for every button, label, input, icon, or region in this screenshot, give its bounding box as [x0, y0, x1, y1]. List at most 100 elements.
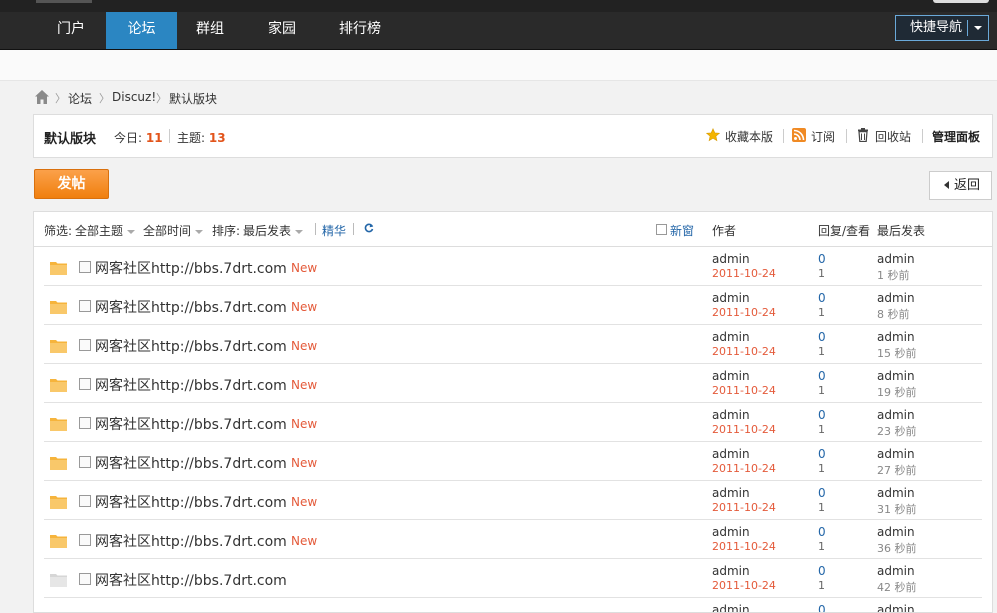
new-window-checkbox[interactable]	[656, 224, 667, 235]
row-checkbox[interactable]	[79, 573, 91, 585]
breadcrumb-forum[interactable]: 论坛	[68, 90, 92, 107]
table-row[interactable]: 网客社区http://bbs.7drt.com New admin 2011-10-2…	[44, 247, 982, 286]
thread-author[interactable]: admin	[712, 525, 750, 539]
thread-author[interactable]: admin	[712, 486, 750, 500]
row-checkbox[interactable]	[79, 534, 91, 546]
last-post-time[interactable]: 8 秒前	[877, 306, 910, 322]
thread-author[interactable]: admin	[712, 291, 750, 305]
thread-replies[interactable]: 0	[818, 447, 826, 461]
row-checkbox[interactable]	[79, 495, 91, 507]
sort-dropdown[interactable]: 最后发表	[243, 222, 304, 239]
row-checkbox[interactable]	[79, 378, 91, 390]
last-post-author[interactable]: admin	[877, 252, 915, 266]
table-row[interactable]: 网客社区http://bbs.7drt.com New admin 2011-10-2…	[44, 442, 982, 481]
new-badge: New	[291, 300, 318, 314]
last-post-author[interactable]: admin	[877, 369, 915, 383]
last-post-author[interactable]: admin	[877, 408, 915, 422]
thread-title-link[interactable]: 网客社区http://bbs.7drt.com	[95, 453, 287, 473]
nav-item-ranking[interactable]: 排行榜	[321, 12, 399, 49]
last-post-author[interactable]: admin	[877, 447, 915, 461]
last-post-time[interactable]: 19 秒前	[877, 384, 917, 400]
caret-down-icon	[974, 26, 982, 30]
thread-title-link[interactable]: 网客社区http://bbs.7drt.com	[95, 297, 287, 317]
filter-all-time-dropdown[interactable]: 全部时间	[143, 222, 204, 239]
thread-replies[interactable]: 0	[818, 330, 826, 344]
last-post-time[interactable]: 42 秒前	[877, 579, 917, 595]
row-checkbox[interactable]	[79, 261, 91, 273]
folder-icon	[50, 262, 67, 275]
subscribe-link[interactable]: 订阅	[811, 128, 835, 145]
column-last-post[interactable]: 最后发表	[877, 222, 925, 239]
thread-title-link[interactable]: 网客社区http://bbs.7drt.com	[95, 492, 287, 512]
column-author[interactable]: 作者	[712, 222, 736, 239]
thread-author[interactable]: admin	[712, 564, 750, 578]
back-button[interactable]: 返回	[929, 171, 992, 200]
table-row[interactable]: 网客社区http://bbs.7drt.com New admin 2011-10-2…	[44, 286, 982, 325]
thread-author[interactable]: admin	[712, 369, 750, 383]
nav-item-forum[interactable]: 论坛	[106, 12, 177, 49]
last-post-author[interactable]: admin	[877, 486, 915, 500]
row-checkbox[interactable]	[79, 300, 91, 312]
last-post-time[interactable]: 36 秒前	[877, 540, 917, 556]
new-window-label[interactable]: 新窗	[670, 222, 694, 239]
manage-panel-link[interactable]: 管理面板	[932, 128, 980, 145]
last-post-time[interactable]: 23 秒前	[877, 423, 917, 439]
thread-replies[interactable]: 0	[818, 408, 826, 422]
last-post-author[interactable]: admin	[877, 330, 915, 344]
thread-author[interactable]: admin	[712, 603, 750, 612]
row-checkbox[interactable]	[79, 339, 91, 351]
breadcrumb-discuz[interactable]: Discuz!	[112, 90, 156, 104]
digest-filter-link[interactable]: 精华	[322, 222, 346, 239]
last-post-author[interactable]: admin	[877, 564, 915, 578]
nav-item-home[interactable]: 家园	[243, 12, 321, 49]
nav-item-portal[interactable]: 门户	[36, 12, 106, 49]
thread-replies[interactable]: 0	[818, 291, 826, 305]
last-post-author[interactable]: admin	[877, 525, 915, 539]
thread-replies[interactable]: 0	[818, 486, 826, 500]
filter-all-topics-dropdown[interactable]: 全部主题	[75, 222, 136, 239]
thread-replies[interactable]: 0	[818, 564, 826, 578]
thread-views: 1	[818, 423, 825, 436]
row-checkbox[interactable]	[79, 456, 91, 468]
today-label: 今日:	[114, 131, 143, 145]
breadcrumb-current[interactable]: 默认版块	[169, 90, 217, 107]
last-post-time[interactable]: 31 秒前	[877, 501, 917, 517]
thread-replies[interactable]: 0	[818, 252, 826, 266]
thread-author[interactable]: admin	[712, 252, 750, 266]
thread-author[interactable]: admin	[712, 447, 750, 461]
thread-replies[interactable]: 0	[818, 525, 826, 539]
column-replies-views[interactable]: 回复/查看	[818, 222, 870, 239]
thread-replies[interactable]: 0	[818, 603, 826, 612]
thread-title-link[interactable]: 网客社区http://bbs.7drt.com	[95, 531, 287, 551]
action-divider	[922, 129, 923, 143]
refresh-icon[interactable]	[364, 223, 374, 233]
nav-item-groups[interactable]: 群组	[177, 12, 243, 49]
forum-name[interactable]: 默认版块	[44, 128, 96, 147]
quick-nav-button[interactable]: 快捷导航	[895, 15, 989, 41]
thread-title-link[interactable]: 网客社区http://bbs.7drt.com	[95, 414, 287, 434]
last-post-time[interactable]: 27 秒前	[877, 462, 917, 478]
home-icon[interactable]	[34, 89, 50, 105]
thread-title-link[interactable]: 网客社区http://bbs.7drt.com	[95, 375, 287, 395]
filter-divider	[315, 223, 316, 235]
table-row[interactable]: 网客社区http://bbs.7drt.com New admin 2011-10-2…	[44, 481, 982, 520]
favorite-forum-link[interactable]: 收藏本版	[725, 128, 773, 145]
row-checkbox[interactable]	[79, 417, 91, 429]
thread-author[interactable]: admin	[712, 408, 750, 422]
last-post-author[interactable]: admin	[877, 603, 915, 612]
recycle-bin-link[interactable]: 回收站	[875, 128, 911, 145]
table-row[interactable]: 网客社区http://bbs.7drt.com New admin 2011-10-2…	[44, 520, 982, 559]
last-post-time[interactable]: 1 秒前	[877, 267, 910, 283]
thread-replies[interactable]: 0	[818, 369, 826, 383]
table-row[interactable]: 网客社区http://bbs.7drt.com New admin 2011-10-2…	[44, 325, 982, 364]
table-row[interactable]: 网客社区http://bbs.7drt.com admin 2011-10-24 0 1…	[44, 559, 982, 598]
thread-title-link[interactable]: 网客社区http://bbs.7drt.com	[95, 570, 287, 590]
table-row[interactable]: 网客社区http://bbs.7drt.com New admin 2011-10-2…	[44, 364, 982, 403]
new-post-button[interactable]: 发帖	[34, 169, 109, 199]
thread-author[interactable]: admin	[712, 330, 750, 344]
thread-title-link[interactable]: 网客社区http://bbs.7drt.com	[95, 336, 287, 356]
last-post-time[interactable]: 15 秒前	[877, 345, 917, 361]
last-post-author[interactable]: admin	[877, 291, 915, 305]
thread-title-link[interactable]: 网客社区http://bbs.7drt.com	[95, 258, 287, 278]
table-row[interactable]: 网客社区http://bbs.7drt.com New admin 2011-10-2…	[44, 403, 982, 442]
